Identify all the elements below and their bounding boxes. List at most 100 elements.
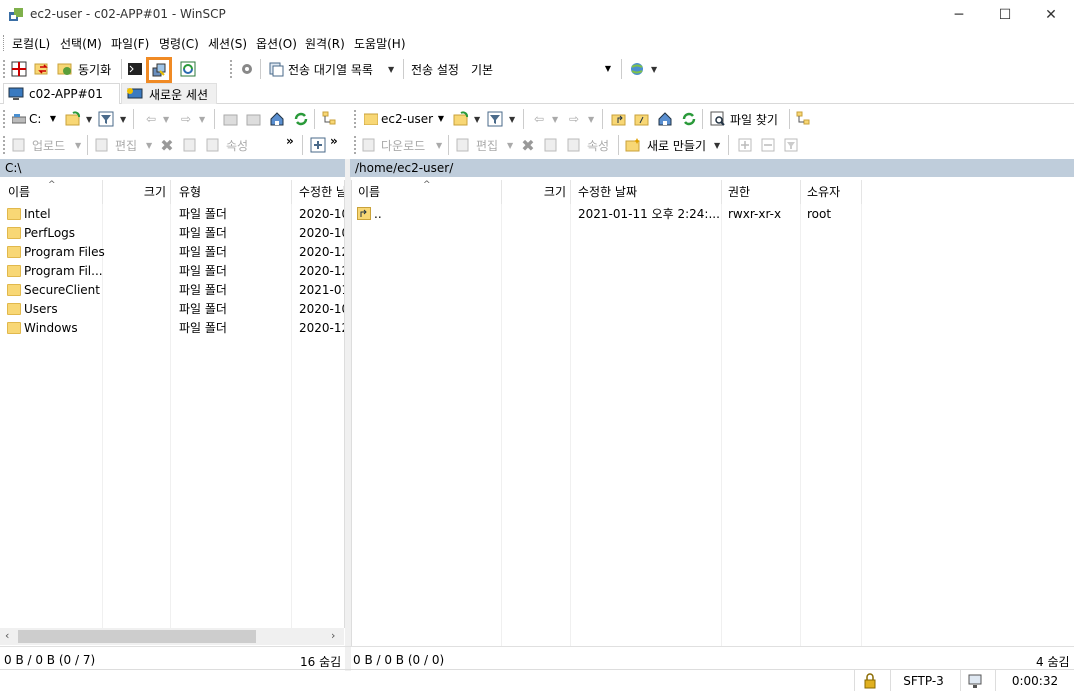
local-drive-select[interactable]: C: ▼	[8, 109, 60, 129]
table-row[interactable]: Program Files 파일 폴더 2020-12	[0, 243, 344, 262]
queue-dropdown-arrow[interactable]: ▼	[388, 65, 394, 74]
synchronize-browsing-icon[interactable]	[33, 60, 51, 78]
table-row[interactable]: SecureClient 파일 폴더 2021-01	[0, 281, 344, 300]
local-file-list[interactable]: 이름 ^ 크기 유형 수정한 날 Intel 파일 폴더 2020-10 Perf…	[0, 180, 345, 628]
home-icon[interactable]	[268, 110, 286, 128]
table-row[interactable]: Users 파일 폴더 2020-10	[0, 300, 344, 319]
edit-button[interactable]: 편집	[115, 137, 137, 154]
menu-select[interactable]: 선택(M)	[60, 35, 102, 52]
table-row[interactable]: .. 2021-01-11 오후 2:24:... rwxr-xr-x root	[352, 205, 1074, 224]
menu-remote[interactable]: 원격(R)	[305, 35, 345, 52]
global-icon[interactable]	[628, 60, 646, 78]
new-icon[interactable]	[309, 136, 327, 154]
minus-icon[interactable]	[759, 136, 777, 154]
network-icon[interactable]	[960, 670, 988, 691]
new-dropdown[interactable]: ▼	[714, 141, 720, 150]
root-directory-icon[interactable]	[633, 110, 651, 128]
open-folder-dropdown[interactable]: ▼	[474, 115, 480, 124]
find-files-icon[interactable]	[709, 110, 727, 128]
queue-icon[interactable]	[267, 60, 285, 78]
table-row[interactable]: PerfLogs 파일 폴더 2020-10	[0, 224, 344, 243]
col-size[interactable]: 크기	[103, 180, 171, 204]
forward-arrow-icon[interactable]: ⇨	[565, 110, 583, 128]
refresh-icon[interactable]	[680, 110, 698, 128]
new-folder-icon[interactable]	[624, 136, 642, 154]
col-rights[interactable]: 권한	[722, 180, 801, 204]
compare-directories-icon[interactable]	[10, 60, 28, 78]
edit-icon[interactable]	[454, 136, 472, 154]
filter-dropdown[interactable]: ▼	[120, 115, 126, 124]
delete-icon[interactable]: ✖	[519, 136, 537, 155]
synchronize-button[interactable]: 동기화	[78, 61, 111, 78]
filter-dropdown[interactable]: ▼	[509, 115, 515, 124]
close-button[interactable]: ✕	[1028, 0, 1074, 30]
download-button[interactable]: 다운로드	[381, 137, 425, 154]
download-dropdown[interactable]: ▼	[436, 141, 442, 150]
properties-button[interactable]: 속성	[587, 137, 609, 154]
table-row[interactable]: Intel 파일 폴더 2020-10	[0, 205, 344, 224]
refresh-icon[interactable]	[292, 110, 310, 128]
properties-icon[interactable]	[565, 136, 583, 154]
more-chevron-icon[interactable]: »	[286, 134, 294, 148]
global-dropdown-arrow[interactable]: ▼	[651, 65, 657, 74]
col-type[interactable]: 유형	[171, 180, 292, 204]
putty-icon[interactable]	[146, 57, 172, 83]
gear-icon[interactable]	[238, 60, 256, 78]
menu-files[interactable]: 파일(F)	[111, 35, 149, 52]
root-directory-icon[interactable]	[245, 110, 263, 128]
toolbar-grip[interactable]	[230, 60, 233, 78]
upload-button[interactable]: 업로드	[32, 137, 65, 154]
local-horizontal-scrollbar[interactable]: ‹ ›	[0, 628, 344, 645]
download-icon[interactable]	[360, 136, 378, 154]
add-icon[interactable]	[736, 136, 754, 154]
upload-dropdown[interactable]: ▼	[75, 141, 81, 150]
home-icon[interactable]	[656, 110, 674, 128]
delete-icon[interactable]: ✖	[158, 136, 176, 155]
scroll-right-arrow-icon[interactable]: ›	[331, 629, 335, 642]
menu-commands[interactable]: 명령(C)	[159, 35, 199, 52]
forward-dropdown[interactable]: ▼	[199, 115, 205, 124]
back-arrow-icon[interactable]: ⇦	[142, 110, 160, 128]
parent-directory-icon[interactable]	[222, 110, 240, 128]
filter-icon[interactable]	[97, 110, 115, 128]
toolbar-grip[interactable]	[354, 136, 357, 154]
menu-help[interactable]: 도움말(H)	[354, 35, 406, 52]
new-button[interactable]: 새로 만들기	[647, 137, 706, 154]
open-in-putty-icon[interactable]	[179, 60, 197, 78]
edit-dropdown[interactable]: ▼	[507, 141, 513, 150]
properties-button[interactable]: 속성	[226, 137, 248, 154]
open-folder-icon[interactable]	[452, 110, 470, 128]
menu-session[interactable]: 세션(S)	[208, 35, 247, 52]
minimize-button[interactable]: ─	[936, 0, 982, 30]
parent-directory-icon[interactable]	[610, 110, 628, 128]
col-name[interactable]: 이름 ^	[0, 180, 103, 204]
menu-local[interactable]: 로컬(L)	[12, 35, 50, 52]
tab-new-session[interactable]: 새로운 세션	[121, 83, 217, 104]
menu-grip[interactable]	[3, 35, 6, 51]
col-name[interactable]: 이름 ^	[352, 180, 502, 204]
rename-icon[interactable]	[181, 136, 199, 154]
scroll-left-arrow-icon[interactable]: ‹	[5, 629, 9, 642]
lock-icon[interactable]	[854, 670, 884, 691]
tree-icon[interactable]	[321, 110, 339, 128]
toolbar-grip[interactable]	[3, 110, 6, 128]
synchronize-icon[interactable]	[56, 60, 74, 78]
local-path-bar[interactable]: C:\	[0, 159, 345, 177]
tree-icon[interactable]	[795, 110, 813, 128]
transfer-preset-select[interactable]: 기본 ▼	[467, 59, 615, 79]
col-owner[interactable]: 소유자	[801, 180, 862, 204]
find-files-button[interactable]: 파일 찾기	[730, 111, 778, 128]
filter-icon[interactable]	[486, 110, 504, 128]
more-chevron-icon[interactable]: »	[330, 134, 338, 148]
edit-icon[interactable]	[93, 136, 111, 154]
tab-session[interactable]: c02-APP#01	[3, 83, 120, 104]
edit-button[interactable]: 편집	[476, 137, 498, 154]
col-size[interactable]: 크기	[502, 180, 571, 204]
table-row[interactable]: Program Fil... 파일 폴더 2020-12	[0, 262, 344, 281]
filter-mask-icon[interactable]	[782, 136, 800, 154]
open-folder-dropdown[interactable]: ▼	[86, 115, 92, 124]
terminal-icon[interactable]	[126, 60, 144, 78]
remote-file-list[interactable]: 이름 ^ 크기 수정한 날짜 권한 소유자 .. 2021-01-11 오후 2:…	[351, 180, 1074, 646]
back-dropdown[interactable]: ▼	[552, 115, 558, 124]
back-arrow-icon[interactable]: ⇦	[530, 110, 548, 128]
